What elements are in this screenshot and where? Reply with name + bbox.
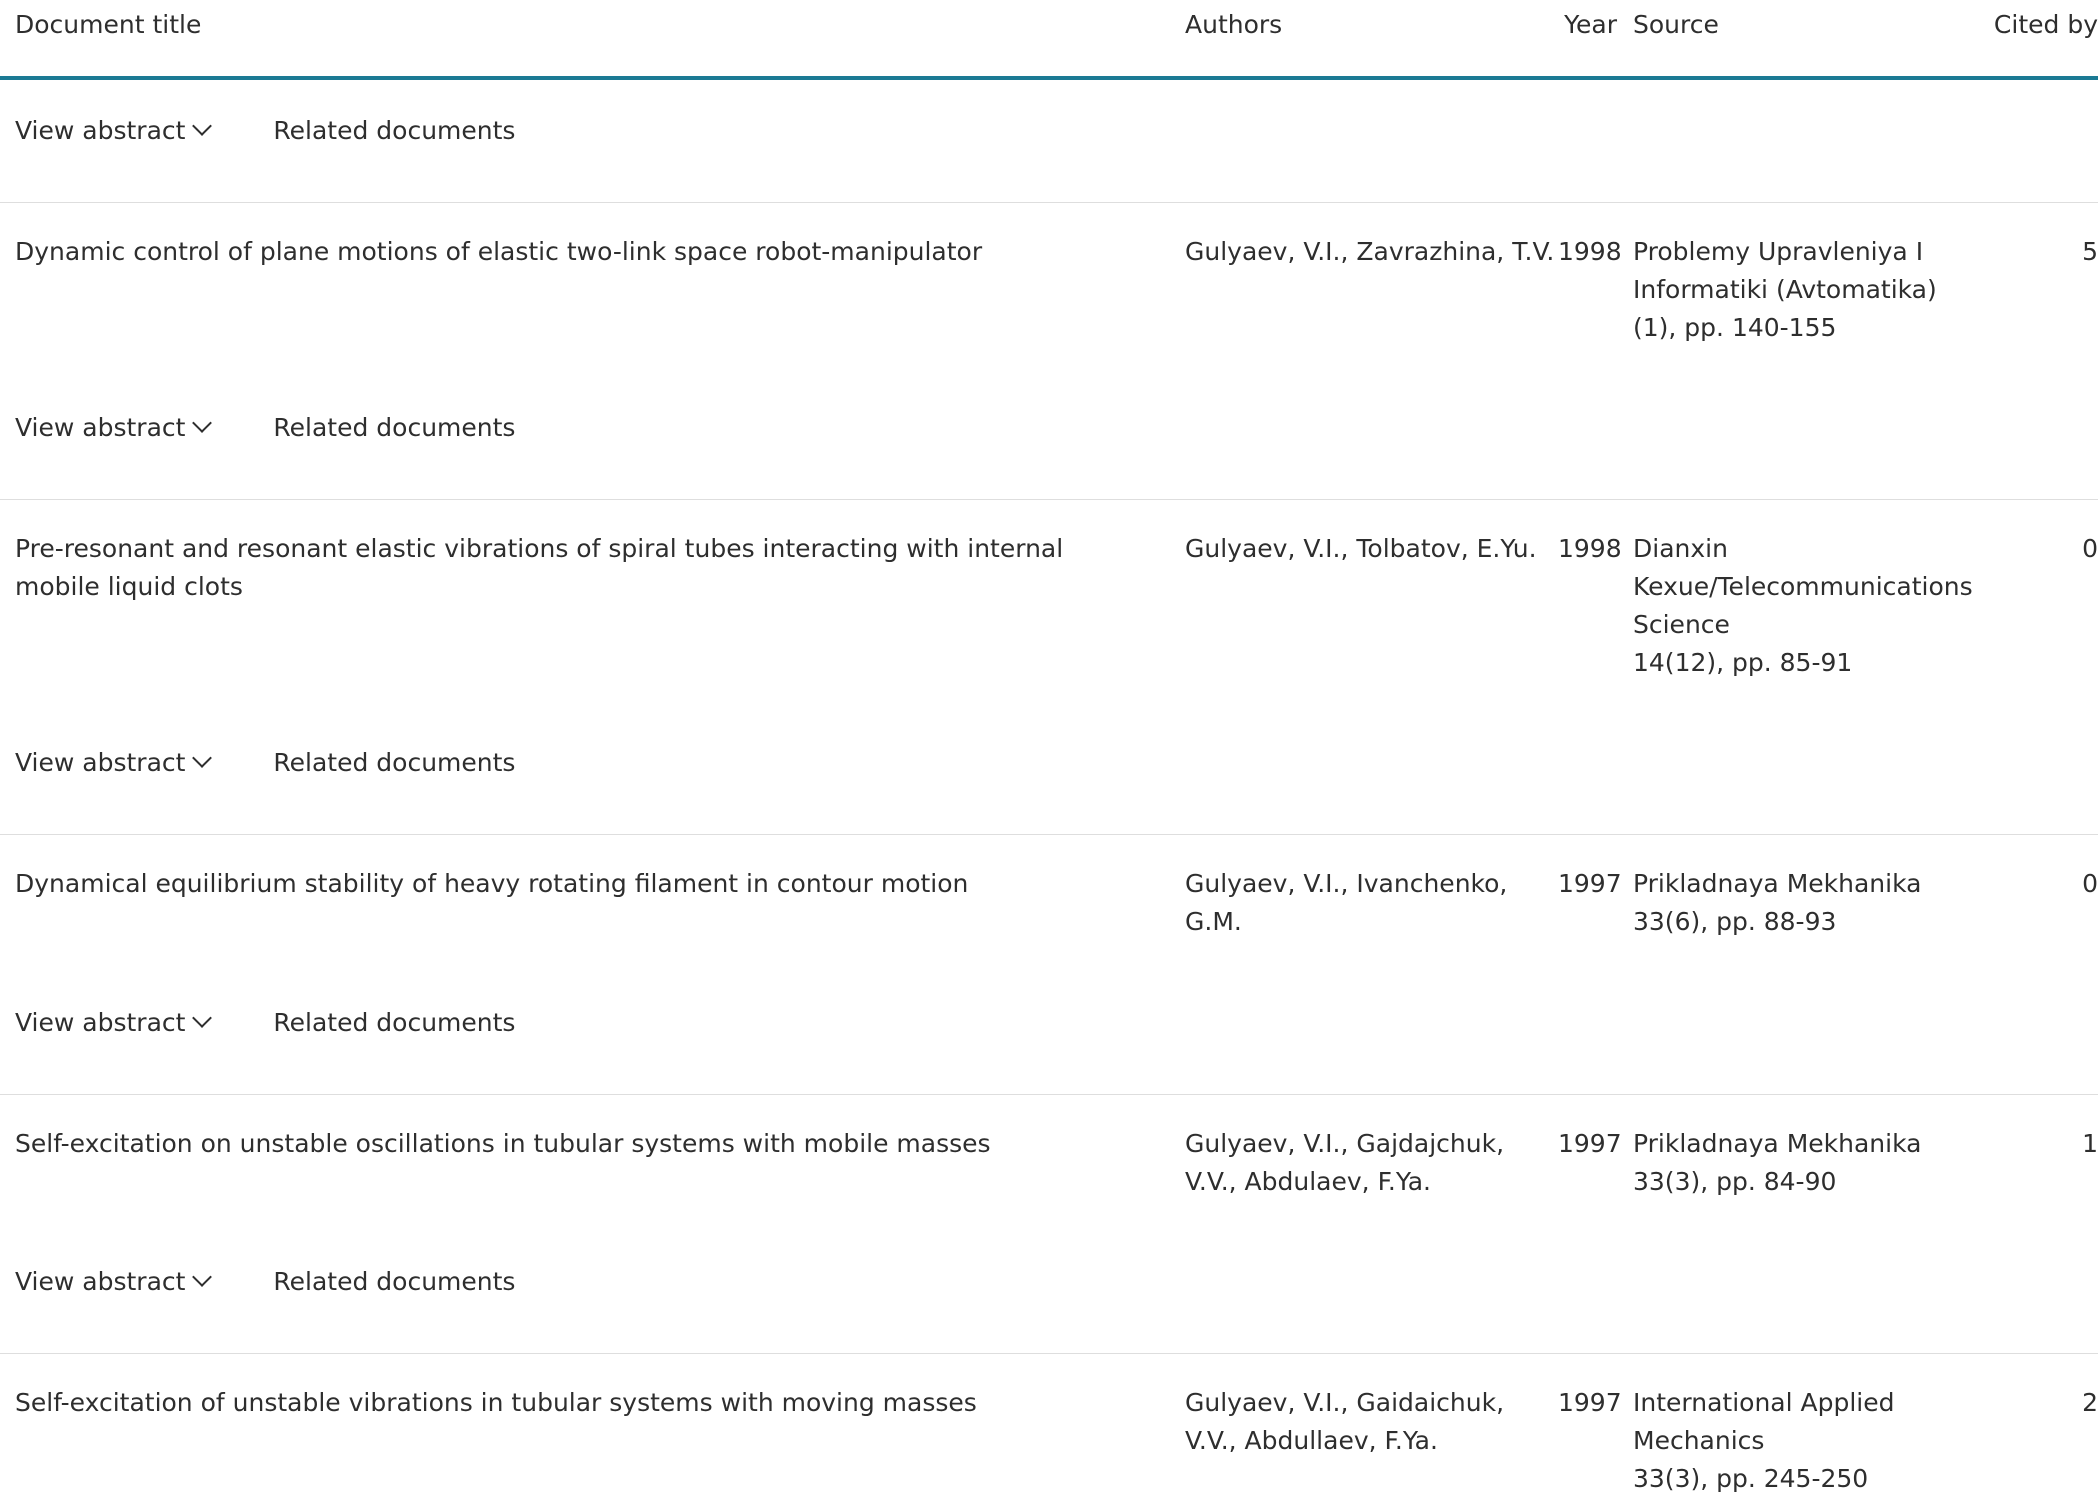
row-actions: View abstract Related documents [0,1231,2098,1354]
related-documents-link[interactable]: Related documents [273,1004,515,1042]
cited-by-count[interactable]: 0 [1975,530,2098,712]
year-cell: 1998 [1558,534,1622,563]
related-documents-link[interactable]: Related documents [273,112,515,150]
authors-links[interactable]: Gulyaev, V.I., Gajdajchuk, V.V., Abdulae… [1185,1125,1558,1231]
source-line: Informatiki (Avtomatika) [1633,275,1937,304]
table-row: Dynamical equilibrium stability of heavy… [0,835,2098,972]
source-cell[interactable]: Problemy Upravleniya I Informatiki (Avto… [1633,233,1975,377]
cited-by-count[interactable]: 0 [1975,865,2098,972]
view-abstract-label: View abstract [15,1267,186,1296]
year-cell: 1997 [1558,1388,1622,1417]
row-actions: View abstract Related documents [0,377,2098,500]
table-row: Self-excitation of unstable vibrations i… [0,1354,2098,1495]
document-title-link[interactable]: Dynamical equilibrium stability of heavy… [15,865,1185,972]
related-documents-link[interactable]: Related documents [273,1263,515,1301]
cited-by-count[interactable]: 2 [1975,1384,2098,1495]
view-abstract-button[interactable]: View abstract [15,112,213,150]
document-title-link[interactable]: Self-excitation of unstable vibrations i… [15,1384,1185,1495]
view-abstract-label: View abstract [15,1008,186,1037]
year-cell: 1997 [1558,1129,1622,1158]
view-abstract-button[interactable]: View abstract [15,409,213,447]
table-row: Dynamic control of plane motions of elas… [0,203,2098,377]
authors-links[interactable]: Gulyaev, V.I., Zavrazhina, T.V. [1185,233,1558,377]
column-header-document-title[interactable]: Document title [15,0,1185,76]
column-header-authors[interactable]: Authors [1185,0,1558,76]
source-line: Kexue/Telecommunications [1633,572,1973,601]
source-line: 33(6), pp. 88-93 [1633,907,1837,936]
view-abstract-button[interactable]: View abstract [15,1004,213,1042]
source-line: 14(12), pp. 85-91 [1633,648,1853,677]
table-row: Pre-resonant and resonant elastic vibrat… [0,500,2098,712]
source-line: Prikladnaya Mekhanika [1633,869,1922,898]
chevron-down-icon [192,116,213,136]
table-header: Document title Authors Year Source Cited… [0,0,2098,80]
cited-by-count[interactable]: 5 [1975,233,2098,377]
source-line: Problemy Upravleniya I [1633,237,1924,266]
authors-links[interactable]: Gulyaev, V.I., Tolbatov, E.Yu. [1185,530,1558,712]
source-line: Dianxin [1633,534,1728,563]
view-abstract-label: View abstract [15,116,186,145]
related-documents-link[interactable]: Related documents [273,744,515,782]
source-line: 33(3), pp. 84-90 [1633,1167,1837,1196]
results-table: Document title Authors Year Source Cited… [0,0,2098,1495]
source-line: Prikladnaya Mekhanika [1633,1129,1922,1158]
document-title-link[interactable]: Pre-resonant and resonant elastic vibrat… [15,530,1185,712]
source-line: (1), pp. 140-155 [1633,313,1837,342]
chevron-down-icon [192,413,213,433]
view-abstract-button[interactable]: View abstract [15,1263,213,1301]
source-cell[interactable]: Prikladnaya Mekhanika 33(6), pp. 88-93 [1633,865,1975,972]
column-header-year[interactable]: Year [1558,0,1633,76]
source-line: 33(3), pp. 245-250 [1633,1464,1869,1493]
row-actions: View abstract Related documents [0,972,2098,1095]
document-title-link[interactable]: Self-excitation on unstable oscillations… [15,1125,1185,1231]
chevron-down-icon [192,1267,213,1287]
chevron-down-icon [192,748,213,768]
year-cell: 1998 [1558,237,1622,266]
row-actions: View abstract Related documents [0,712,2098,835]
source-cell[interactable]: Dianxin Kexue/Telecommunications Science… [1633,530,1975,712]
view-abstract-label: View abstract [15,413,186,442]
document-title-link[interactable]: Dynamic control of plane motions of elas… [15,233,1185,377]
authors-links[interactable]: Gulyaev, V.I., Gaidaichuk, V.V., Abdulla… [1185,1384,1558,1495]
year-cell: 1997 [1558,869,1622,898]
authors-links[interactable]: Gulyaev, V.I., Ivanchenko, G.M. [1185,865,1558,972]
column-header-source[interactable]: Source [1633,0,1975,76]
source-line: Mechanics [1633,1426,1765,1455]
table-row: Self-excitation on unstable oscillations… [0,1095,2098,1231]
column-header-cited-by[interactable]: Cited by [1975,0,2098,76]
cited-by-count[interactable]: 1 [1975,1125,2098,1231]
source-cell[interactable]: Prikladnaya Mekhanika 33(3), pp. 84-90 [1633,1125,1975,1231]
related-documents-link[interactable]: Related documents [273,409,515,447]
view-abstract-button[interactable]: View abstract [15,744,213,782]
row-actions: View abstract Related documents [0,80,2098,203]
source-line: International Applied [1633,1388,1895,1417]
chevron-down-icon [192,1008,213,1028]
source-cell[interactable]: International Applied Mechanics 33(3), p… [1633,1384,1975,1495]
view-abstract-label: View abstract [15,748,186,777]
source-line: Science [1633,610,1730,639]
